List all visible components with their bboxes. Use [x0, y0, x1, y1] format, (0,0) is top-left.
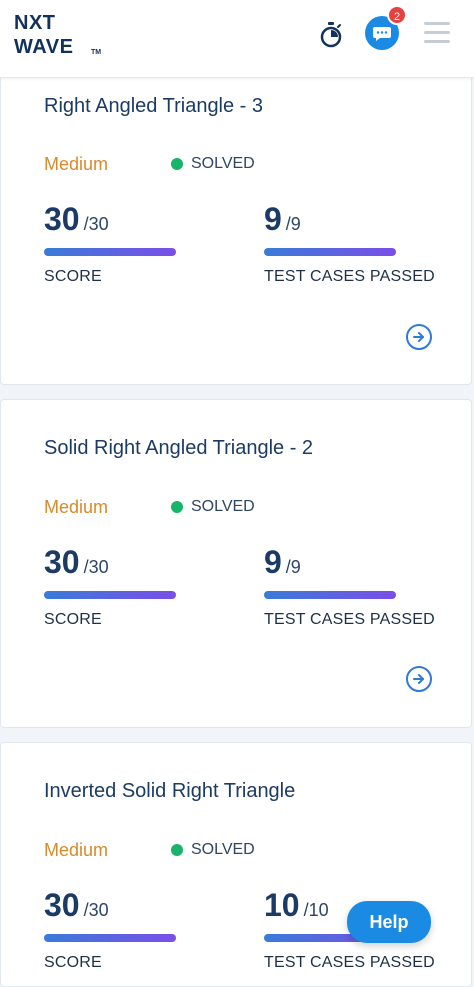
arrow-right-circle-icon[interactable] [406, 666, 432, 692]
problem-title[interactable]: Solid Right Angled Triangle - 2 [44, 437, 313, 460]
score-metric: 30/30 [44, 544, 109, 581]
tests-progress-bar [264, 248, 396, 256]
score-progress-bar [44, 934, 176, 942]
tests-total: /9 [285, 557, 301, 577]
nxtwave-logo[interactable]: NXT WAVE TM [14, 12, 106, 62]
tests-progress-bar [264, 591, 396, 599]
tests-label: TEST CASES PASSED [264, 954, 435, 971]
problem-title[interactable]: Right Angled Triangle - 3 [44, 95, 263, 118]
score-value: 30 [44, 887, 80, 923]
solved-dot-icon [171, 158, 183, 170]
problem-card[interactable]: Right Angled Triangle - 3 Medium SOLVED … [0, 70, 472, 385]
tests-label: TEST CASES PASSED [264, 268, 435, 285]
status-badge: SOLVED [171, 498, 255, 516]
problem-title[interactable]: Inverted Solid Right Triangle [44, 780, 295, 803]
logo-trademark: TM [91, 49, 102, 56]
status-text: SOLVED [191, 498, 255, 515]
tests-total: /10 [303, 900, 329, 920]
status-text: SOLVED [191, 155, 255, 172]
score-metric: 30/30 [44, 201, 109, 238]
solved-dot-icon [171, 501, 183, 513]
tests-value: 9 [264, 201, 282, 237]
status-badge: SOLVED [171, 841, 255, 859]
help-button[interactable]: Help [347, 901, 431, 943]
difficulty-label: Medium [44, 154, 109, 174]
notification-badge: 2 [387, 5, 407, 25]
solved-dot-icon [171, 844, 183, 856]
score-label: SCORE [44, 268, 102, 285]
tests-total: /9 [285, 214, 301, 234]
problem-card[interactable]: Solid Right Angled Triangle - 2 Medium S… [0, 399, 472, 728]
app-header: NXT WAVE TM 2 [0, 0, 474, 78]
tests-label: TEST CASES PASSED [264, 611, 435, 628]
score-label: SCORE [44, 954, 102, 971]
tests-metric: 9/9 [264, 201, 301, 238]
score-total: /30 [83, 214, 109, 234]
tests-metric: 9/9 [264, 544, 301, 581]
tests-value: 9 [264, 544, 282, 580]
stopwatch-icon[interactable] [318, 21, 344, 49]
logo-line-1: NXT [14, 12, 56, 34]
tests-value: 10 [264, 887, 300, 923]
score-progress-bar [44, 248, 176, 256]
score-metric: 30/30 [44, 887, 109, 924]
tests-metric: 10/10 [264, 887, 329, 924]
score-value: 30 [44, 201, 80, 237]
score-total: /30 [83, 900, 109, 920]
score-value: 30 [44, 544, 80, 580]
score-progress-bar [44, 591, 176, 599]
hamburger-menu-icon[interactable] [424, 22, 452, 46]
arrow-right-circle-icon[interactable] [406, 324, 432, 350]
difficulty-label: Medium [44, 840, 109, 860]
score-total: /30 [83, 557, 109, 577]
problem-card[interactable]: Inverted Solid Right Triangle Medium SOL… [0, 742, 472, 987]
status-badge: SOLVED [171, 155, 255, 173]
score-label: SCORE [44, 611, 102, 628]
logo-line-2: WAVE [14, 36, 74, 58]
difficulty-label: Medium [44, 497, 109, 517]
status-text: SOLVED [191, 841, 255, 858]
